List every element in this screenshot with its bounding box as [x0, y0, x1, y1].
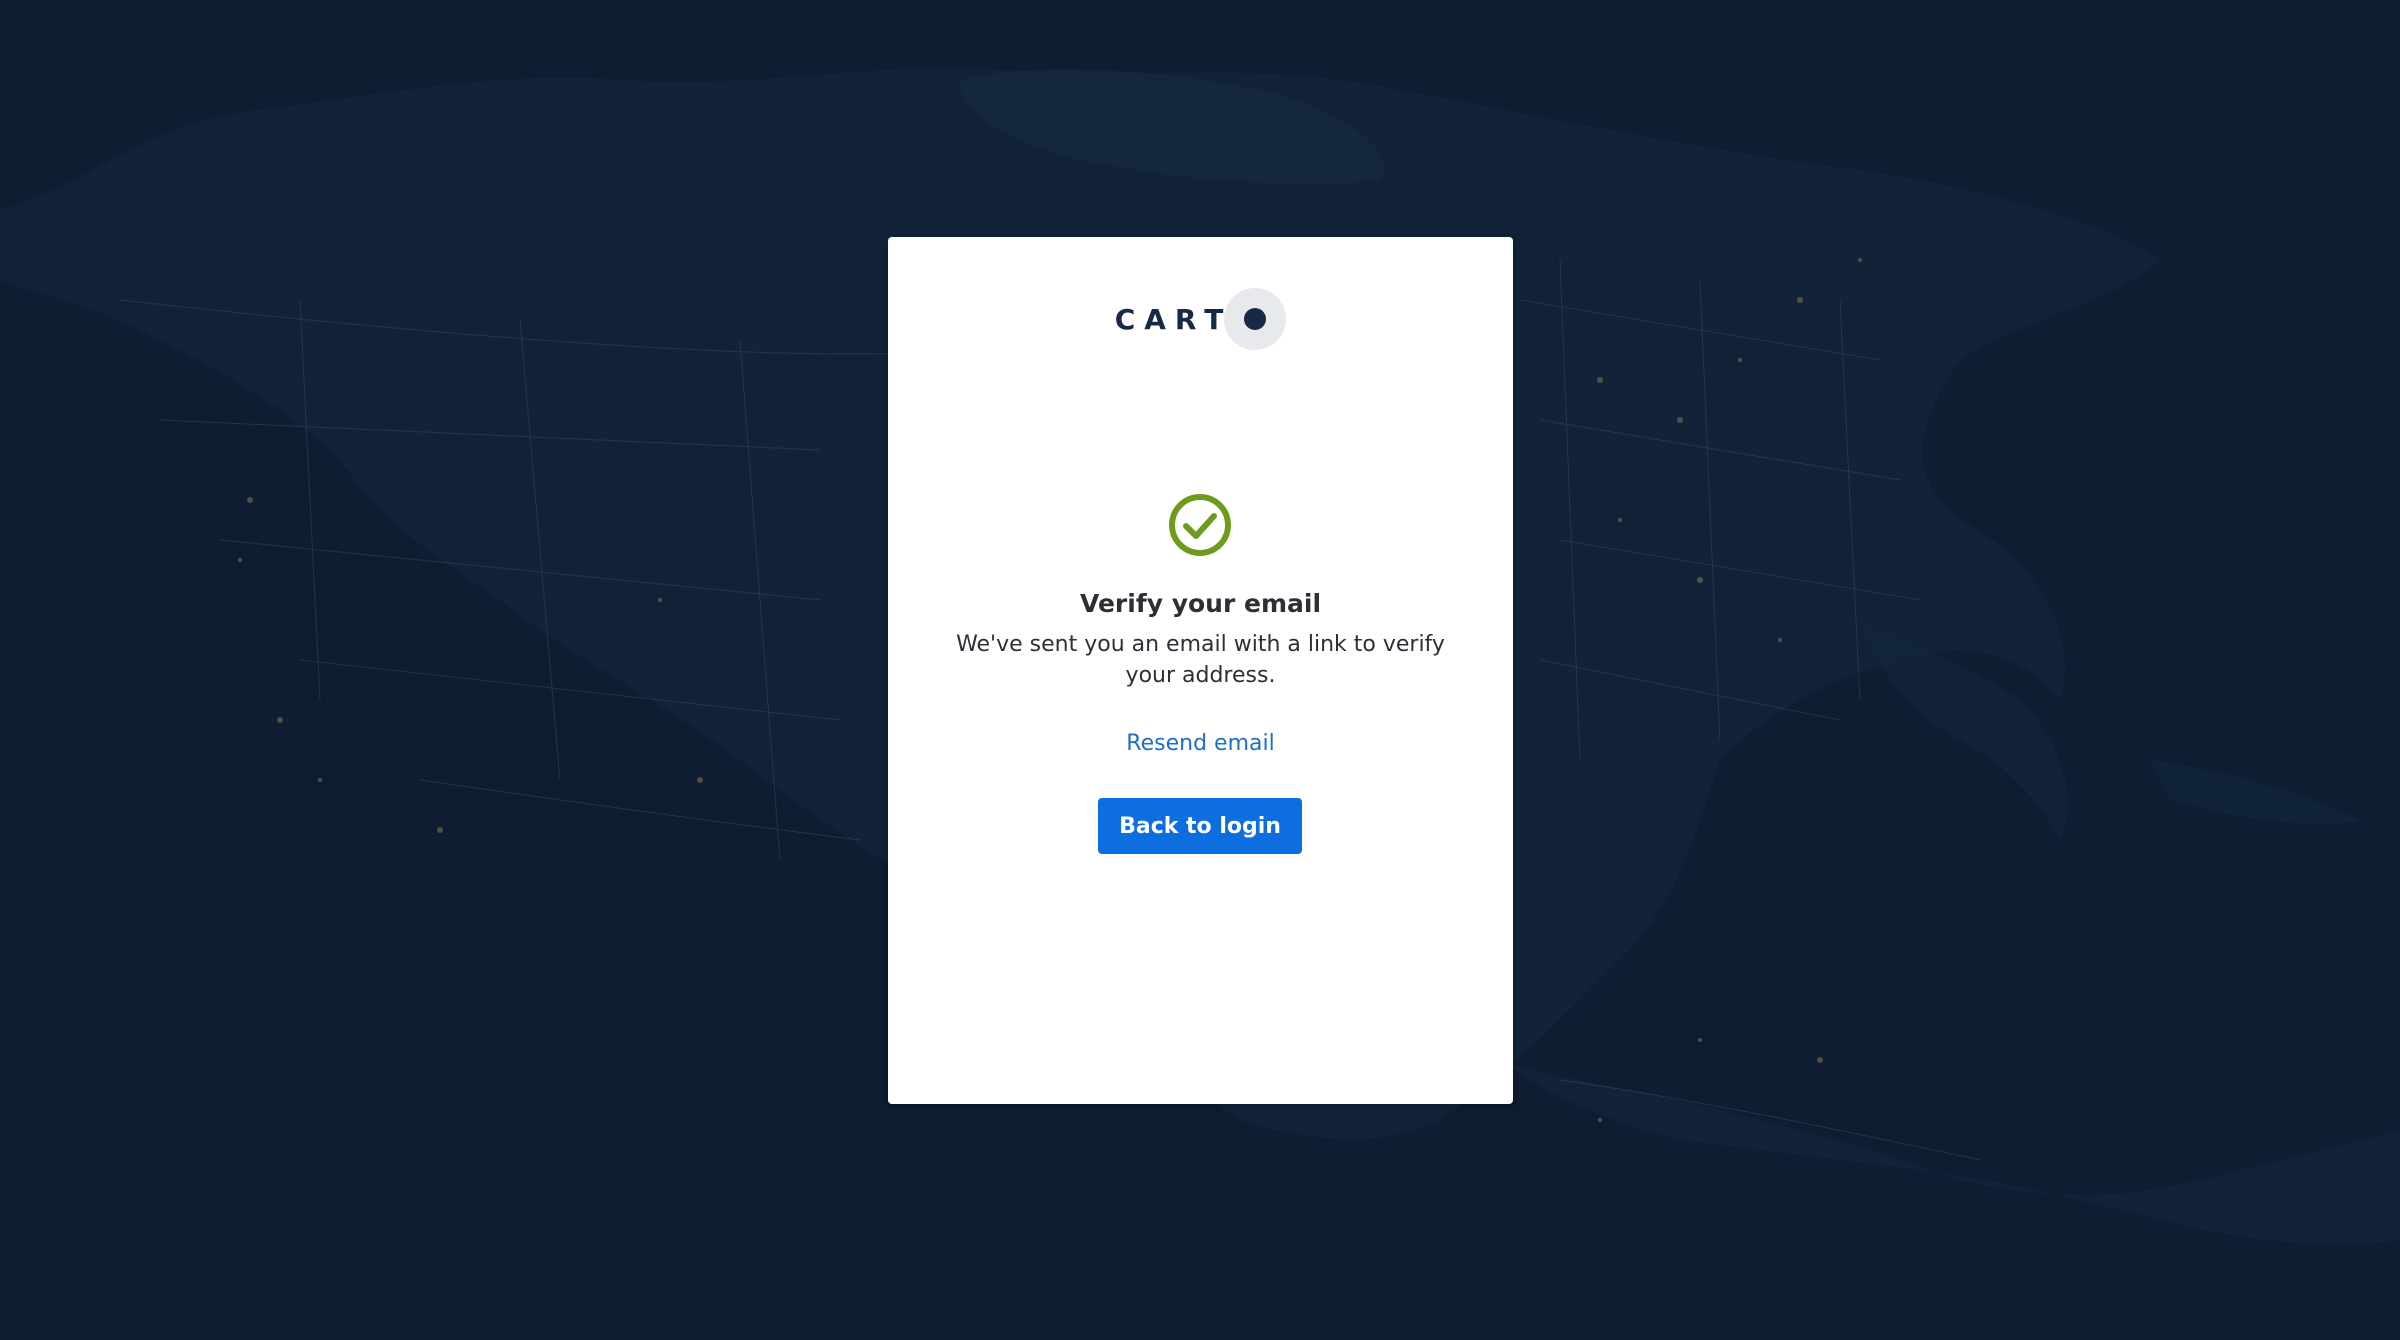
back-to-login-button[interactable]: Back to login [1098, 798, 1302, 854]
logo-mark: CART [1115, 287, 1287, 351]
logo-text: CART [1114, 302, 1233, 336]
carto-logo: CART [888, 287, 1513, 351]
logo-dot-icon [1224, 288, 1287, 350]
page-title: Verify your email [1079, 589, 1322, 618]
login-page: CART Verify your email We've sent you an… [0, 0, 2400, 1340]
verify-email-card: CART Verify your email We've sent you an… [888, 237, 1513, 1104]
verify-description: We've sent you an email with a link to v… [956, 632, 1445, 688]
resend-email-link[interactable]: Resend email [888, 731, 1513, 756]
check-circle-icon [1169, 494, 1231, 556]
